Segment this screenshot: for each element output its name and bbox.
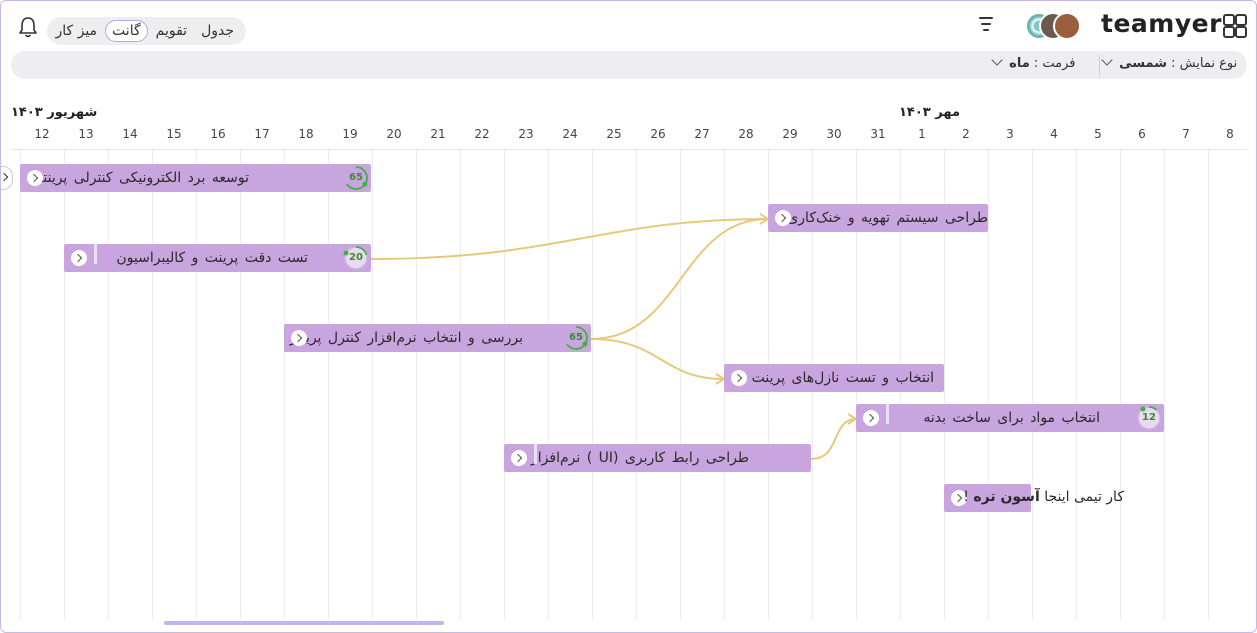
bar-marker [886,404,889,424]
dependency-link [810,418,857,460]
tip-label: کار تیمی اینجا آسون تره ! [963,489,1124,505]
tip-bold: آسون تره [973,489,1040,505]
progress-ring: 65 [563,325,589,351]
task-label: توسعه برد الکترونیکی کنترلی پرینتر [35,170,249,186]
team-tip[interactable]: کار تیمی اینجا آسون تره ! [944,484,1124,512]
progress-value: 20 [349,252,363,263]
task-label: طراحی رابط کاربری (UI ) نرم‌افزار [531,450,749,466]
task-label: بررسی و انتخاب نرم‌افزار کنترل پرینتر [289,330,523,346]
progress-ring: 65 [343,165,369,191]
horizontal-scrollbar[interactable] [164,621,444,625]
chevron-right-icon[interactable] [71,250,87,266]
progress-value: 65 [349,172,363,183]
task-label: انتخاب و تست نازل‌های پرینت [751,370,934,386]
progress-value: 65 [569,332,583,343]
tip-suffix: ! [963,489,974,505]
dependency-link [590,338,725,380]
task-label: طراحی سیستم تهویه و خنک‌کاری [787,210,988,226]
progress-ring: 20 [343,245,369,271]
chevron-right-icon[interactable] [27,170,43,186]
tip-prefix: کار تیمی اینجا [1039,489,1124,505]
bar-marker [534,444,537,464]
task-bar[interactable]: طراحی رابط کاربری (UI ) نرم‌افزار [504,444,811,472]
task-bar[interactable]: تست دقت پرینت و کالیبراسیون 20 [64,244,371,272]
task-label: انتخاب مواد برای ساخت بدنه [923,410,1100,426]
task-bar[interactable]: توسعه برد الکترونیکی کنترلی پرینتر 65 [20,164,371,192]
progress-ring: 12 [1136,405,1162,431]
task-bar[interactable]: طراحی سیستم تهویه و خنک‌کاری [768,204,988,232]
chevron-right-icon[interactable] [291,330,307,346]
task-label: تست دقت پرینت و کالیبراسیون [116,250,308,266]
gantt-window: teamyer جدول تقویم گانت میز کار نوع نمای… [0,0,1257,633]
chevron-right-icon[interactable] [511,450,527,466]
task-bar[interactable]: انتخاب مواد برای ساخت بدنه 12 [856,404,1164,432]
task-bar[interactable]: انتخاب و تست نازل‌های پرینت [724,364,944,392]
chevron-right-icon[interactable] [863,410,879,426]
progress-value: 12 [1142,412,1156,423]
chevron-right-icon[interactable] [731,370,747,386]
chevron-right-icon[interactable] [775,210,791,226]
bar-marker [94,244,97,264]
task-bar[interactable]: بررسی و انتخاب نرم‌افزار کنترل پرینتر 65 [284,324,591,352]
dependency-link [590,218,769,340]
dependency-link [370,218,769,260]
dependency-links [370,213,858,460]
